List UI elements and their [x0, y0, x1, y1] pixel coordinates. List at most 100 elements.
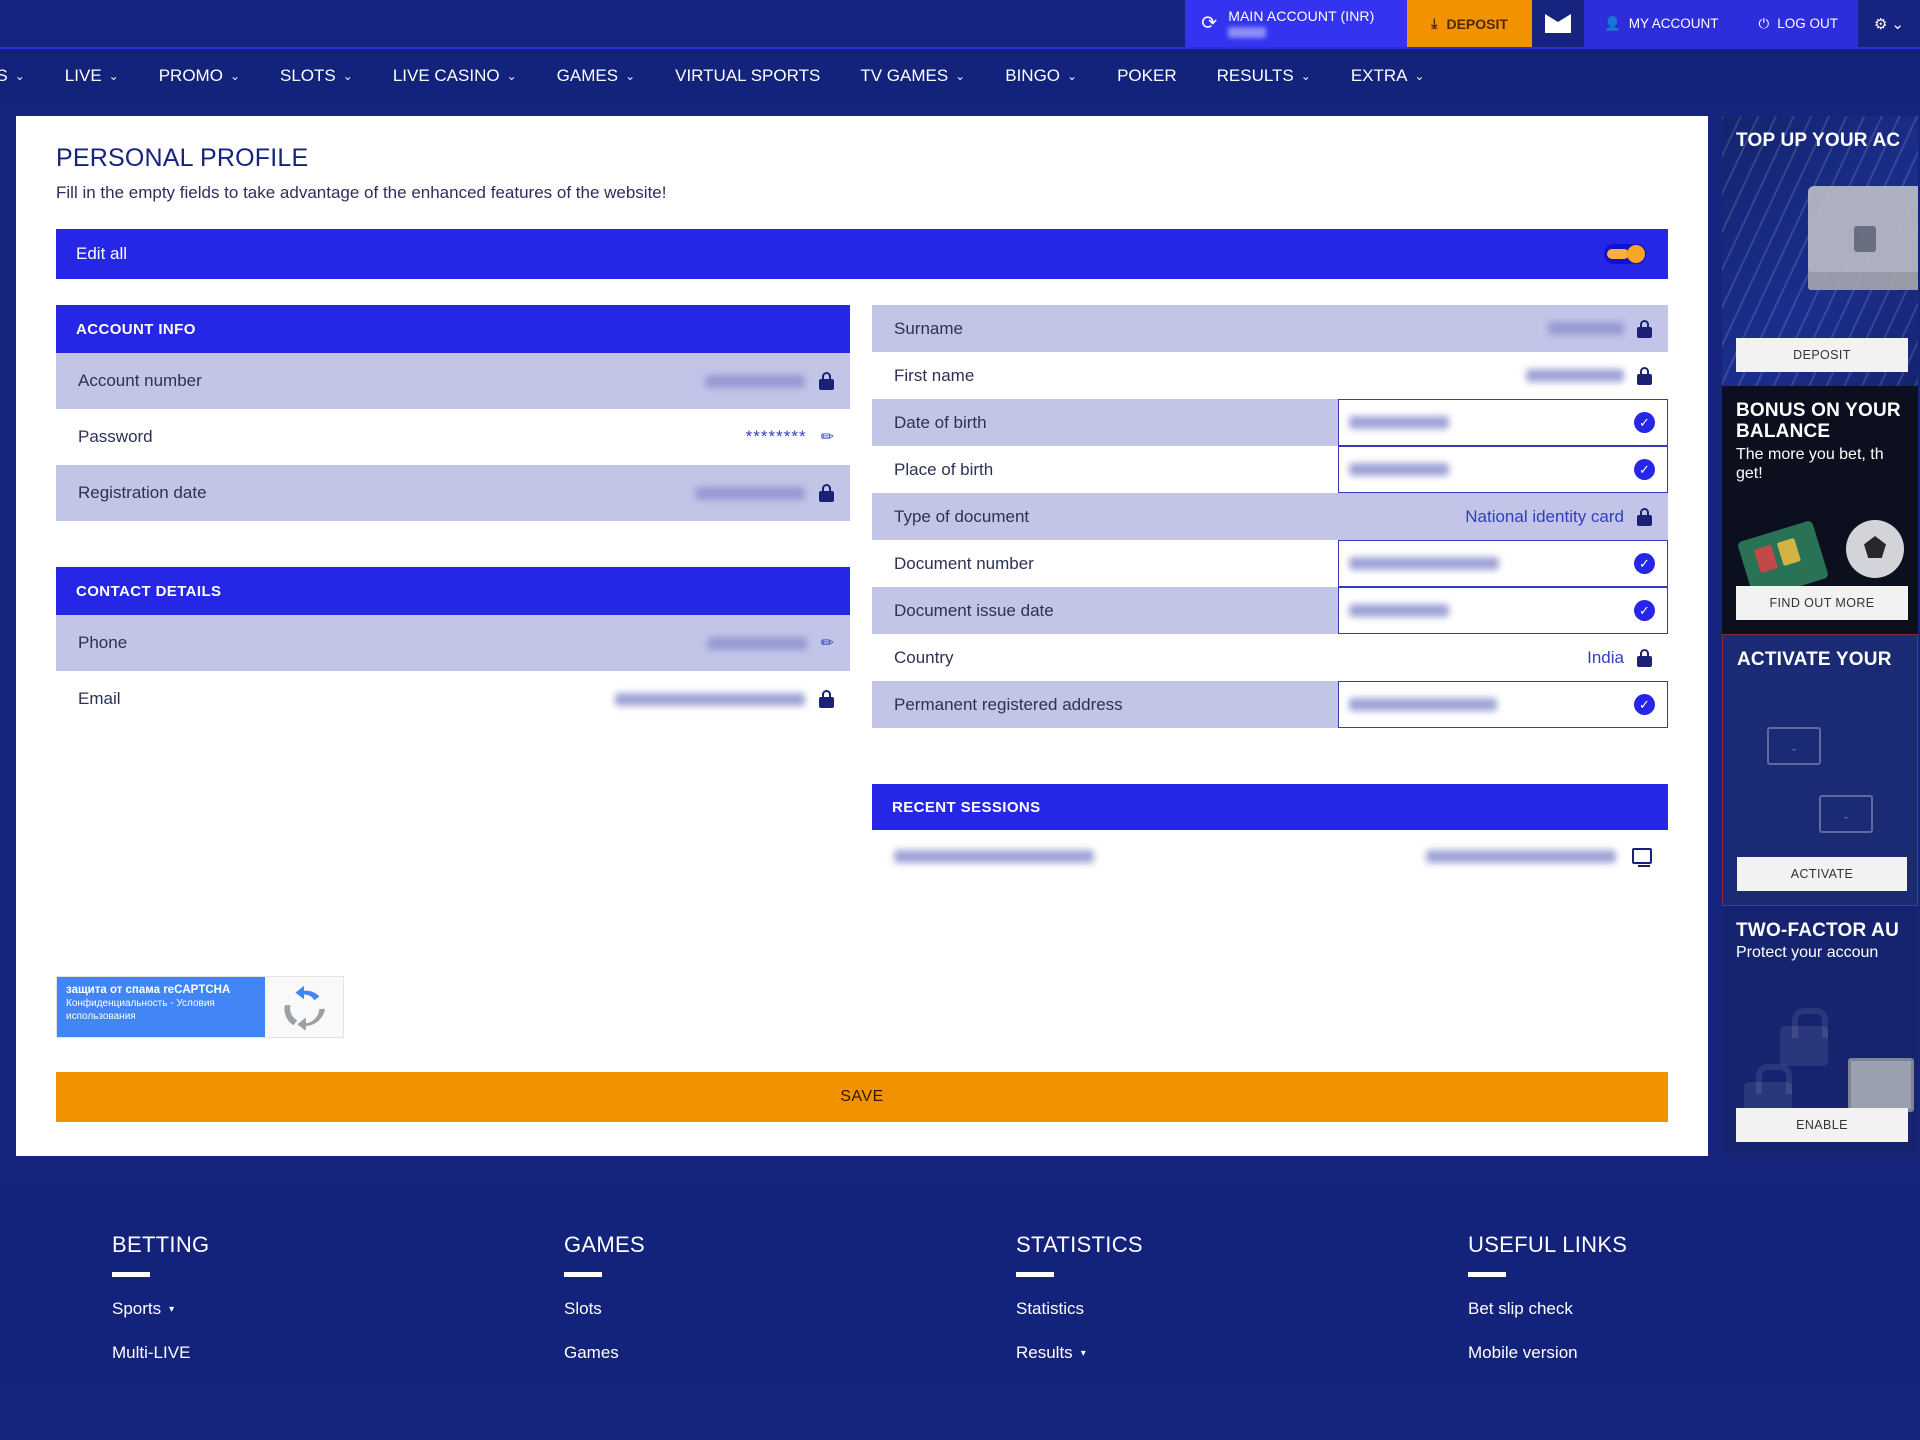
promo-title: ACTIVATE YOUR [1737, 649, 1892, 670]
promo-activate-email[interactable]: ACTIVATE YOUR ACTIVATE [1722, 634, 1918, 906]
site-footer: BETTING Sports ▾ Multi-LIVE GAMES Slots Games S… [0, 1186, 1920, 1387]
field-input[interactable]: ✓ [1338, 587, 1668, 634]
nav-item-label: POKER [1117, 65, 1177, 85]
session-device [1426, 849, 1616, 863]
footer-link[interactable]: Bet slip check [1468, 1299, 1920, 1319]
settings-button[interactable]: ⚙ ⌄ [1857, 0, 1920, 47]
masked-value [1526, 369, 1624, 382]
caret-down-icon: ▾ [1080, 1347, 1086, 1359]
row-label: Phone [78, 633, 128, 652]
footer-column: USEFUL LINKS Bet slip check Mobile version [1468, 1232, 1920, 1387]
profile-row[interactable]: Account number [56, 353, 850, 409]
personal-field-row[interactable]: Surname [872, 305, 1668, 352]
masked-value [1349, 698, 1497, 711]
personal-field-row[interactable]: Place of birth ✓ [872, 446, 1668, 493]
personal-field-row[interactable]: First name [872, 352, 1668, 399]
promo-activate-button[interactable]: ACTIVATE [1737, 857, 1907, 891]
envelope-icon [1767, 727, 1821, 765]
promo-two-factor[interactable]: TWO-FACTOR AU Protect your accoun ENABLE [1722, 906, 1918, 1156]
page-subtitle: Fill in the empty fields to take advanta… [56, 183, 667, 202]
footer-link-label: Sports [112, 1299, 162, 1318]
messages-button[interactable] [1531, 0, 1584, 47]
footer-link[interactable]: Games [564, 1343, 1016, 1363]
promo-enable-button[interactable]: ENABLE [1736, 1108, 1908, 1142]
promo-bonus[interactable]: BONUS ON YOUR BALANCE The more you bet, … [1722, 386, 1918, 634]
masked-value [705, 374, 805, 388]
footer-link[interactable]: Multi-LIVE [112, 1343, 564, 1363]
field-input[interactable]: ✓ [1338, 446, 1668, 493]
footer-divider [1468, 1272, 1506, 1277]
chevron-down-icon: ⌄ [1414, 68, 1425, 83]
personal-field-row[interactable]: Document issue date ✓ [872, 587, 1668, 634]
row-label: Email [78, 689, 121, 708]
session-date [894, 849, 1094, 863]
footer-link[interactable]: Results ▾ [1016, 1343, 1468, 1363]
top-bar: ⟳ MAIN ACCOUNT (INR) ⤓ DEPOSIT 👤 MY ACCO… [0, 0, 1920, 47]
field-label: Document issue date [872, 587, 1338, 634]
main-account-button[interactable]: ⟳ MAIN ACCOUNT (INR) [1185, 0, 1408, 47]
logout-label: LOG OUT [1777, 16, 1838, 31]
nav-item-promo[interactable]: PROMO ⌄ [139, 49, 260, 102]
lock-icon [819, 484, 834, 502]
nav-item-ts[interactable]: TS ⌄ [0, 49, 45, 102]
footer-link[interactable]: Sports ▾ [112, 1299, 564, 1319]
nav-item-results[interactable]: RESULTS ⌄ [1197, 49, 1331, 102]
laptop-graphic [1848, 1058, 1914, 1112]
personal-field-row[interactable]: Country India [872, 634, 1668, 681]
profile-row[interactable]: Password ******** ✏ [56, 409, 850, 465]
masked-value [706, 636, 807, 650]
promo-top-up[interactable]: TOP UP YOUR AC DEPOSIT [1722, 116, 1918, 386]
pencil-icon[interactable]: ✏ [821, 427, 834, 447]
recaptcha-badge[interactable]: защита от спама reCAPTCHA Конфиденциальн… [56, 976, 344, 1038]
deposit-button[interactable]: ⤓ DEPOSIT [1407, 0, 1532, 47]
field-input[interactable]: ✓ [1338, 681, 1668, 728]
app-root: ⟳ MAIN ACCOUNT (INR) ⤓ DEPOSIT 👤 MY ACCO… [0, 0, 1920, 1440]
nav-item-live-casino[interactable]: LIVE CASINO ⌄ [373, 49, 537, 102]
nav-item-virtual-sports[interactable]: VIRTUAL SPORTS [655, 49, 840, 102]
personal-field-row[interactable]: Type of document National identity card [872, 493, 1668, 540]
nav-item-tv-games[interactable]: TV GAMES ⌄ [840, 49, 985, 102]
recaptcha-terms[interactable]: Конфиденциальность - Условия использован… [66, 998, 256, 1023]
my-account-button[interactable]: 👤 MY ACCOUNT [1583, 0, 1739, 47]
account-info-rows: Account number Password ******** ✏ Registrat… [56, 353, 850, 521]
recent-sessions-header: RECENT SESSIONS [872, 784, 1668, 830]
nav-item-slots[interactable]: SLOTS ⌄ [260, 49, 373, 102]
refresh-icon[interactable]: ⟳ [1201, 14, 1217, 33]
profile-row[interactable]: Email [56, 671, 850, 727]
personal-field-row[interactable]: Permanent registered address ✓ [872, 681, 1668, 728]
nav-item-label: EXTRA [1350, 65, 1408, 85]
profile-row[interactable]: Registration date [56, 465, 850, 521]
recaptcha-title: защита от спама reCAPTCHA [66, 984, 231, 996]
edit-all-toggle[interactable] [1604, 244, 1646, 264]
personal-field-row[interactable]: Date of birth ✓ [872, 399, 1668, 446]
save-button[interactable]: SAVE [56, 1072, 1668, 1122]
promo-deposit-button[interactable]: DEPOSIT [1736, 338, 1908, 372]
nav-item-live[interactable]: LIVE ⌄ [45, 49, 139, 102]
chevron-down-icon: ⌄ [342, 68, 353, 83]
footer-link-label: Games [564, 1343, 619, 1362]
nav-item-games[interactable]: GAMES ⌄ [537, 49, 655, 102]
footer-column-title: STATISTICS [1016, 1232, 1143, 1257]
footer-divider [112, 1272, 150, 1277]
chevron-down-icon: ⌄ [14, 68, 25, 83]
nav-item-poker[interactable]: POKER [1097, 49, 1197, 102]
footer-link[interactable]: Mobile version [1468, 1343, 1920, 1363]
nav-item-label: TV GAMES [860, 65, 949, 85]
promo-subtitle: The more you bet, th get! [1736, 445, 1884, 482]
edit-all-label: Edit all [76, 244, 128, 263]
promo-find-out-more-button[interactable]: FIND OUT MORE [1736, 586, 1908, 620]
nav-item-bingo[interactable]: BINGO ⌄ [985, 49, 1097, 102]
personal-field-row[interactable]: Document number ✓ [872, 540, 1668, 587]
edit-all-bar[interactable]: Edit all [56, 229, 1668, 279]
footer-link[interactable]: Statistics [1016, 1299, 1468, 1319]
masked-value [1349, 557, 1499, 570]
check-icon: ✓ [1634, 553, 1655, 574]
field-input[interactable]: ✓ [1338, 540, 1668, 587]
nav-item-extra[interactable]: EXTRA ⌄ [1331, 49, 1445, 102]
footer-link[interactable]: Slots [564, 1299, 1016, 1319]
profile-row[interactable]: Phone ✏ [56, 615, 850, 671]
row-label: Account number [78, 371, 202, 390]
logout-button[interactable]: ⏻ LOG OUT [1738, 0, 1858, 47]
field-input[interactable]: ✓ [1338, 399, 1668, 446]
pencil-icon[interactable]: ✏ [821, 633, 834, 653]
